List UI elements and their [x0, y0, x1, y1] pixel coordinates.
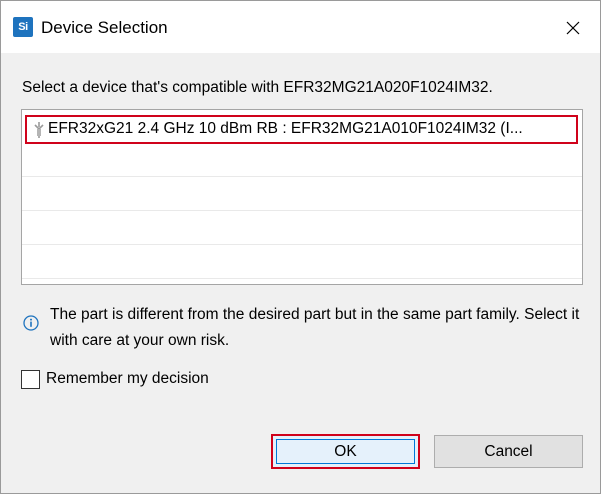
empty-list-row: [22, 213, 582, 245]
info-message: The part is different from the desired p…: [50, 306, 580, 349]
info-icon: [23, 315, 39, 331]
empty-list-row: [22, 247, 582, 279]
cancel-button[interactable]: Cancel: [434, 435, 583, 468]
title-bar: Si Device Selection: [1, 1, 600, 53]
chip-icon: [34, 122, 44, 138]
device-label: EFR32xG21 2.4 GHz 10 dBm RB : EFR32MG21A…: [48, 120, 523, 137]
remember-decision-checkbox[interactable]: [21, 369, 40, 389]
dialog-title: Device Selection: [41, 18, 168, 37]
prompt-text: Select a device that's compatible with E…: [22, 79, 493, 96]
empty-list-row: [22, 179, 582, 211]
close-button[interactable]: [558, 13, 588, 43]
cancel-button-label: Cancel: [484, 442, 533, 460]
silicon-labs-app-icon: Si: [13, 17, 33, 37]
remember-decision-label[interactable]: Remember my decision: [46, 370, 209, 388]
ok-button-label: OK: [334, 442, 357, 460]
empty-list-row: [22, 145, 582, 177]
device-list-item[interactable]: EFR32xG21 2.4 GHz 10 dBm RB : EFR32MG21A…: [25, 115, 578, 144]
device-selection-dialog: Si Device Selection Select a device that…: [0, 0, 601, 494]
remember-decision-row[interactable]: Remember my decision: [21, 368, 209, 390]
close-icon: [566, 21, 580, 35]
device-list[interactable]: EFR32xG21 2.4 GHz 10 dBm RB : EFR32MG21A…: [21, 109, 583, 285]
ok-button[interactable]: OK: [271, 434, 420, 469]
